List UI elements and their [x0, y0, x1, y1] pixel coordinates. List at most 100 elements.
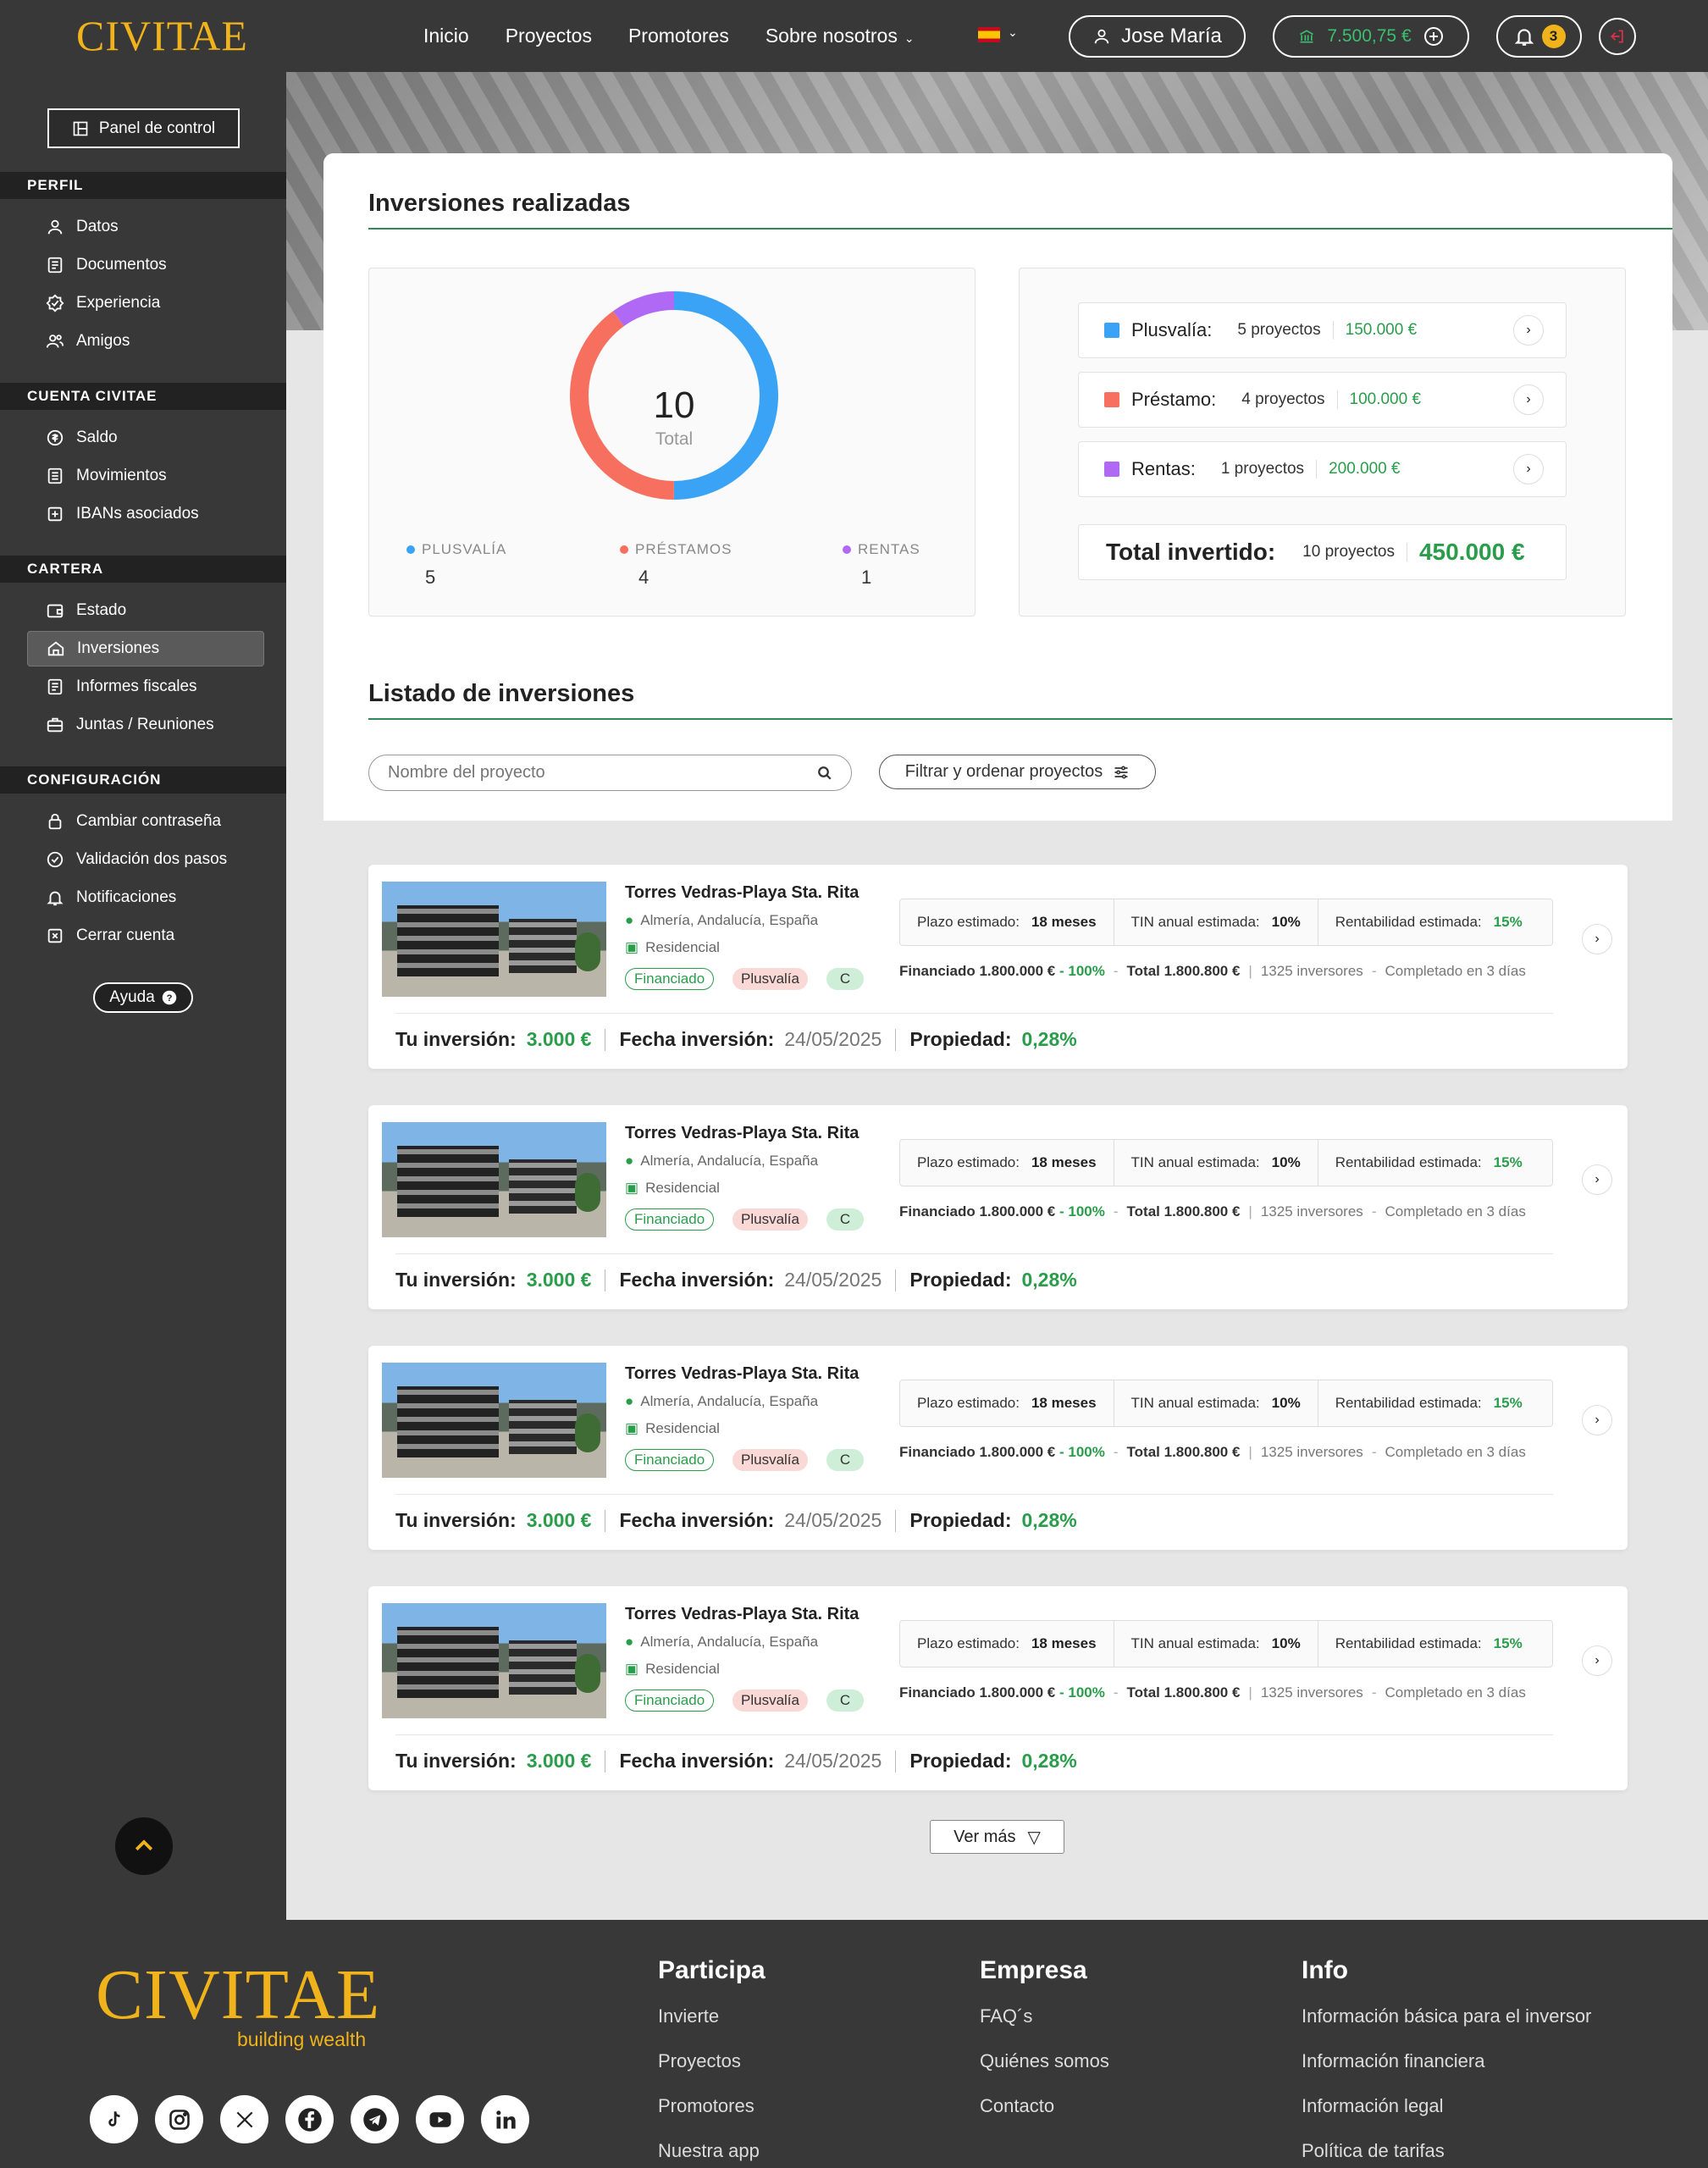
chevron-right-icon[interactable]: › [1582, 1405, 1612, 1435]
sidebar-item-saldo[interactable]: Saldo [27, 420, 264, 456]
sidebar-item-informes-fiscales[interactable]: Informes fiscales [27, 669, 264, 705]
filter-sort-button[interactable]: Filtrar y ordenar proyectos [879, 755, 1156, 789]
nav-proyectos[interactable]: Proyectos [506, 25, 592, 47]
completado-text: Completado en 3 días [1385, 963, 1526, 979]
footer-link-quienes-somos[interactable]: Quiénes somos [980, 2050, 1109, 2072]
chevron-right-icon[interactable]: › [1582, 1164, 1612, 1195]
location-pin-icon: ● [625, 1153, 634, 1169]
rating-badge: C [826, 1449, 864, 1471]
spain-flag-icon[interactable] [978, 27, 1000, 42]
category-row-prestamo[interactable]: Préstamo: 4 proyectos 100.000 € › [1078, 372, 1567, 428]
sidebar-item-datos[interactable]: Datos [27, 209, 264, 245]
chevron-right-icon[interactable]: › [1513, 454, 1544, 484]
scroll-to-top-button[interactable] [115, 1817, 173, 1875]
project-search[interactable] [368, 755, 852, 791]
total-text: Total 1.800.800 € [1126, 1684, 1241, 1701]
linkedin-icon[interactable] [481, 2095, 529, 2143]
sidebar: Panel de control PERFIL Datos Documentos… [0, 72, 286, 1920]
tu-inversion-value: 3.000 € [526, 1750, 592, 1772]
ver-mas-button[interactable]: Ver más ▽ [930, 1820, 1064, 1854]
category-row-plusvalia[interactable]: Plusvalía: 5 proyectos 150.000 € › [1078, 302, 1567, 358]
telegram-icon[interactable] [351, 2095, 399, 2143]
chevron-right-icon[interactable]: › [1513, 315, 1544, 346]
footer-column-title: Info [1302, 1956, 1348, 1984]
investment-card[interactable]: Torres Vedras-Playa Sta. Rita ● Almería, … [368, 1105, 1628, 1309]
project-title[interactable]: Torres Vedras-Playa Sta. Rita [625, 1124, 859, 1143]
chevron-right-icon[interactable]: › [1582, 1645, 1612, 1676]
x-icon[interactable] [220, 2095, 268, 2143]
sidebar-item-label: Saldo [76, 429, 118, 446]
plazo-value: 18 meses [1031, 1395, 1097, 1411]
sidebar-item-label: Experiencia [76, 294, 161, 312]
sidebar-item-documentos[interactable]: Documentos [27, 247, 264, 283]
sidebar-item-validacion-dos-pasos[interactable]: Validación dos pasos [27, 842, 264, 877]
civitae-logo[interactable]: CIVITAE [76, 12, 248, 59]
control-panel-button[interactable]: Panel de control [47, 108, 240, 148]
user-menu-button[interactable]: Jose María [1069, 15, 1246, 58]
chevron-right-icon[interactable]: › [1513, 384, 1544, 415]
instagram-icon[interactable] [155, 2095, 203, 2143]
bell-icon [47, 891, 64, 906]
sidebar-item-movimientos[interactable]: Movimientos [27, 458, 264, 494]
project-title[interactable]: Torres Vedras-Playa Sta. Rita [625, 1364, 859, 1384]
tu-inversion-label: Tu inversión: [395, 1750, 517, 1772]
project-thumbnail[interactable] [382, 1603, 606, 1718]
youtube-icon[interactable] [416, 2095, 464, 2143]
investment-card[interactable]: Torres Vedras-Playa Sta. Rita ● Almería, … [368, 865, 1628, 1069]
tiktok-icon[interactable] [90, 2095, 138, 2143]
category-badge: Plusvalía [732, 1449, 808, 1471]
nav-inicio[interactable]: Inicio [423, 25, 469, 47]
sidebar-item-ibans[interactable]: IBANs asociados [27, 496, 264, 532]
sidebar-item-experiencia[interactable]: Experiencia [27, 285, 264, 321]
tree-shape [575, 1654, 600, 1693]
project-title[interactable]: Torres Vedras-Playa Sta. Rita [625, 883, 859, 903]
footer-tagline: building wealth [237, 2028, 367, 2050]
footer-link-info-basica[interactable]: Información básica para el inversor [1302, 2005, 1591, 2027]
footer-link-info-financiera[interactable]: Información financiera [1302, 2050, 1591, 2072]
sidebar-item-amigos[interactable]: Amigos [27, 324, 264, 359]
category-row-rentas[interactable]: Rentas: 1 proyectos 200.000 € › [1078, 441, 1567, 497]
tin-value: 10% [1271, 1635, 1301, 1651]
sidebar-item-estado[interactable]: Estado [27, 593, 264, 628]
footer-link-politica-tarifas[interactable]: Política de tarifas [1302, 2140, 1591, 2162]
category-name: Rentas: [1131, 458, 1196, 479]
project-thumbnail[interactable] [382, 1122, 606, 1237]
help-button[interactable]: Ayuda? [93, 982, 193, 1013]
add-funds-icon[interactable] [1423, 26, 1444, 47]
project-location-text: Almería, Andalucía, España [640, 1634, 819, 1650]
chevron-down-icon[interactable]: ⌄ [1008, 25, 1018, 40]
sidebar-item-cerrar-cuenta[interactable]: Cerrar cuenta [27, 918, 264, 954]
sidebar-item-inversiones[interactable]: Inversiones [27, 631, 264, 666]
sidebar-item-cambiar-contrasena[interactable]: Cambiar contraseña [27, 804, 264, 839]
legend-value-rentas: 1 [861, 567, 872, 588]
sidebar-item-juntas[interactable]: Juntas / Reuniones [27, 707, 264, 743]
check-circle-icon [47, 851, 64, 868]
sidebar-item-notificaciones[interactable]: Notificaciones [27, 880, 264, 915]
project-thumbnail[interactable] [382, 882, 606, 997]
notifications-button[interactable]: 3 [1496, 15, 1582, 58]
investment-card[interactable]: Torres Vedras-Playa Sta. Rita ● Almería, … [368, 1346, 1628, 1550]
chevron-right-icon[interactable]: › [1582, 924, 1612, 954]
project-title[interactable]: Torres Vedras-Playa Sta. Rita [625, 1605, 859, 1624]
footer-link-contacto[interactable]: Contacto [980, 2095, 1109, 2117]
investment-card[interactable]: Torres Vedras-Playa Sta. Rita ● Almería, … [368, 1586, 1628, 1790]
balance-button[interactable]: 7.500,75 € [1273, 15, 1469, 58]
logout-button[interactable] [1599, 18, 1636, 55]
footer-link-nuestra-app[interactable]: Nuestra app [658, 2140, 766, 2162]
footer-logo[interactable]: CIVITAE [96, 1957, 380, 2033]
search-input[interactable] [388, 763, 817, 783]
question-icon: ? [162, 990, 177, 1005]
home-icon [47, 641, 64, 656]
footer-link-faqs[interactable]: FAQ´s [980, 2005, 1109, 2027]
search-icon[interactable] [817, 766, 832, 781]
sidebar-item-label: Informes fiscales [76, 678, 197, 695]
footer-link-proyectos[interactable]: Proyectos [658, 2050, 766, 2072]
project-thumbnail[interactable] [382, 1363, 606, 1478]
facebook-icon[interactable] [285, 2095, 334, 2143]
footer-link-invierte[interactable]: Invierte [658, 2005, 766, 2027]
nav-promotores[interactable]: Promotores [628, 25, 729, 47]
footer-link-promotores[interactable]: Promotores [658, 2095, 766, 2117]
nav-sobre-nosotros[interactable]: Sobre nosotros ⌄ [766, 25, 915, 47]
social-links [90, 2095, 529, 2143]
footer-link-info-legal[interactable]: Información legal [1302, 2095, 1591, 2117]
